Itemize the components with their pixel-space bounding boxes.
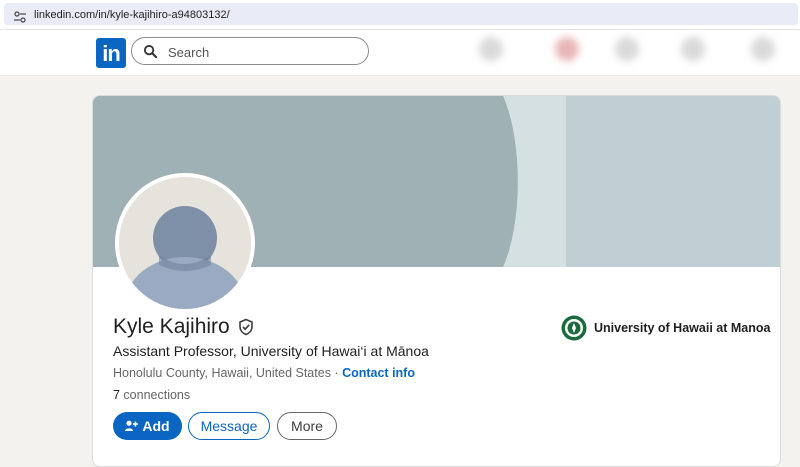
profile-location: Honolulu County, Hawaii, United States [113,366,331,380]
profile-card: Kyle Kajihiro Assistant Professor, Unive… [92,95,781,467]
location-row: Honolulu County, Hawaii, United States ·… [113,366,415,380]
profile-actions: Add Message More [113,412,337,440]
nav-item-blurred[interactable] [751,37,775,61]
name-row: Kyle Kajihiro [113,315,255,339]
default-avatar-icon [119,177,251,309]
connections-label: connections [119,388,191,402]
location-separator: · [330,366,343,380]
university-seal-icon [561,315,587,341]
address-field[interactable]: linkedin.com/in/kyle-kajihiro-a94803132/ [4,3,798,25]
message-button[interactable]: Message [188,412,270,440]
add-person-icon [125,420,139,431]
school-name: University of Hawaii at Manoa [594,321,771,335]
nav-item-blurred[interactable] [615,37,639,61]
site-settings-icon[interactable] [13,10,27,24]
url-text[interactable]: linkedin.com/in/kyle-kajihiro-a94803132/ [34,9,230,21]
add-button-label: Add [142,418,170,434]
profile-avatar[interactable] [115,173,255,313]
profile-name: Kyle Kajihiro [113,315,230,338]
search-box[interactable] [131,37,369,65]
connections-count[interactable]: 7 connections [113,388,190,402]
linkedin-logo[interactable]: in [96,38,126,68]
add-button[interactable]: Add [113,412,182,440]
nav-item-blurred[interactable] [555,37,579,61]
nav-item-blurred[interactable] [681,37,705,61]
browser-url-bar: linkedin.com/in/kyle-kajihiro-a94803132/ [0,0,800,30]
nav-item-blurred[interactable] [479,37,503,61]
profile-headline: Assistant Professor, University of Hawai… [113,343,429,359]
more-button[interactable]: More [277,412,337,440]
verified-shield-icon[interactable] [237,318,255,336]
contact-info-link[interactable]: Contact info [342,366,415,380]
global-nav: in [0,30,800,76]
connections-number: 7 [113,388,120,402]
search-icon [143,44,158,59]
search-input[interactable] [166,42,360,62]
education-link[interactable]: University of Hawaii at Manoa [561,315,770,341]
nav-items-blurred [465,30,800,75]
